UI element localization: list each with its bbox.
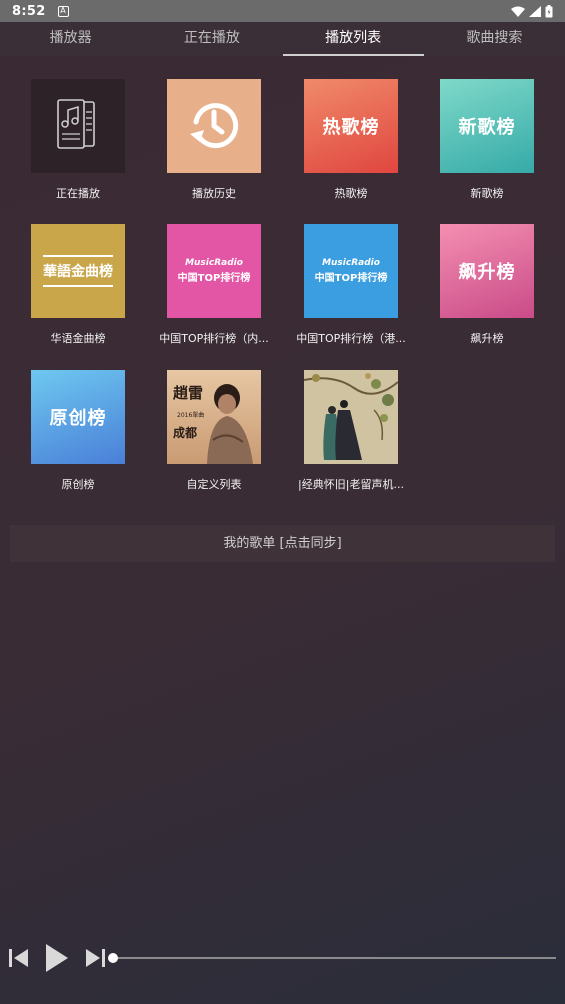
- gold-cover: 華語金曲榜: [31, 224, 125, 318]
- progress-track[interactable]: [113, 957, 556, 959]
- cover-text: 新歌榜: [458, 117, 516, 138]
- status-time: 8:52: [12, 3, 46, 19]
- playlist-caption: 中国TOP排行榜（内...: [159, 332, 269, 345]
- signal-icon: [529, 5, 541, 17]
- status-icons: [511, 4, 553, 18]
- playlist-rising[interactable]: 飙升榜 飙升榜: [419, 224, 555, 346]
- tab-now-playing[interactable]: 正在播放: [141, 22, 282, 56]
- cover-text: 飙升榜: [458, 262, 516, 283]
- playlist-china-top-mainland[interactable]: MusicRadio 中国TOP排行榜 中国TOP排行榜（内...: [146, 224, 282, 346]
- notification-icon: A: [57, 5, 69, 17]
- custom-cover: 趙雷 2016單曲 成都: [167, 370, 261, 464]
- playlist-classic-oldies[interactable]: |经典怀旧|老留声机...: [283, 370, 419, 492]
- playlist-caption: 飙升榜: [470, 332, 504, 345]
- gold-cover-frame: 華語金曲榜: [43, 255, 113, 287]
- playlist-history[interactable]: 播放历史: [146, 79, 282, 201]
- original-cover: 原创榜: [31, 370, 125, 464]
- playlist-china-top-hk[interactable]: MusicRadio 中国TOP排行榜 中国TOP排行榜（港...: [283, 224, 419, 346]
- china-top-hk-cover: MusicRadio 中国TOP排行榜: [304, 224, 398, 318]
- music-document-icon: [57, 99, 95, 149]
- status-bar: 8:52 A: [0, 0, 565, 22]
- playlist-new[interactable]: 新歌榜 新歌榜: [419, 79, 555, 201]
- rising-cover: 飙升榜: [440, 224, 534, 318]
- next-icon[interactable]: [84, 947, 106, 969]
- playlist-caption: 中国TOP排行榜（港...: [296, 332, 406, 345]
- new-cover: 新歌榜: [440, 79, 534, 173]
- china-top-cover: MusicRadio 中国TOP排行榜: [167, 224, 261, 318]
- cover-brand: MusicRadio: [322, 258, 380, 268]
- play-icon[interactable]: [44, 943, 70, 973]
- battery-icon: [545, 4, 553, 17]
- history-cover: [167, 79, 261, 173]
- playlist-now-playing[interactable]: 正在播放: [10, 79, 146, 201]
- playlist-caption: 正在播放: [56, 187, 100, 200]
- playlist-caption: 热歌榜: [334, 187, 368, 200]
- playlist-caption: 播放历史: [192, 187, 236, 200]
- now-playing-cover: [31, 79, 125, 173]
- tab-player[interactable]: 播放器: [0, 22, 141, 56]
- cover-brand: MusicRadio: [185, 258, 243, 268]
- my-playlist-sync-button[interactable]: 我的歌单 [点击同步]: [10, 525, 555, 562]
- tab-bar: 播放器 正在播放 播放列表 歌曲搜索: [0, 22, 565, 56]
- playlist-caption: |经典怀旧|老留声机...: [298, 478, 404, 491]
- cover-title: 中国TOP排行榜: [314, 273, 388, 284]
- cover-text: 華語金曲榜: [43, 264, 113, 280]
- playlist-hot[interactable]: 热歌榜 热歌榜: [283, 79, 419, 201]
- playlist-caption: 原创榜: [61, 478, 95, 491]
- playlist-chinese-gold[interactable]: 華語金曲榜 华语金曲榜: [10, 224, 146, 346]
- playlist-caption: 新歌榜: [470, 187, 504, 200]
- playlist-caption: 华语金曲榜: [50, 332, 106, 345]
- tab-song-search[interactable]: 歌曲搜索: [424, 22, 565, 56]
- progress-knob[interactable]: [108, 953, 118, 963]
- playlist-custom[interactable]: 趙雷 2016單曲 成都 自定义列表: [146, 370, 282, 492]
- player-bar: [0, 938, 565, 978]
- playlist-original[interactable]: 原创榜 原创榜: [10, 370, 146, 492]
- cover-text: 原创榜: [49, 408, 107, 429]
- tab-playlist[interactable]: 播放列表: [282, 22, 425, 56]
- previous-icon[interactable]: [8, 947, 30, 969]
- playlist-caption: 自定义列表: [186, 478, 242, 491]
- hot-cover: 热歌榜: [304, 79, 398, 173]
- painting-couple-icon: [304, 370, 398, 464]
- history-clock-icon: [190, 103, 239, 149]
- cover-title: 中国TOP排行榜: [177, 273, 251, 284]
- wifi-icon: [511, 6, 525, 17]
- classic-cover: [304, 370, 398, 464]
- cover-text: 热歌榜: [322, 117, 380, 138]
- singer-photo-icon: [207, 384, 253, 464]
